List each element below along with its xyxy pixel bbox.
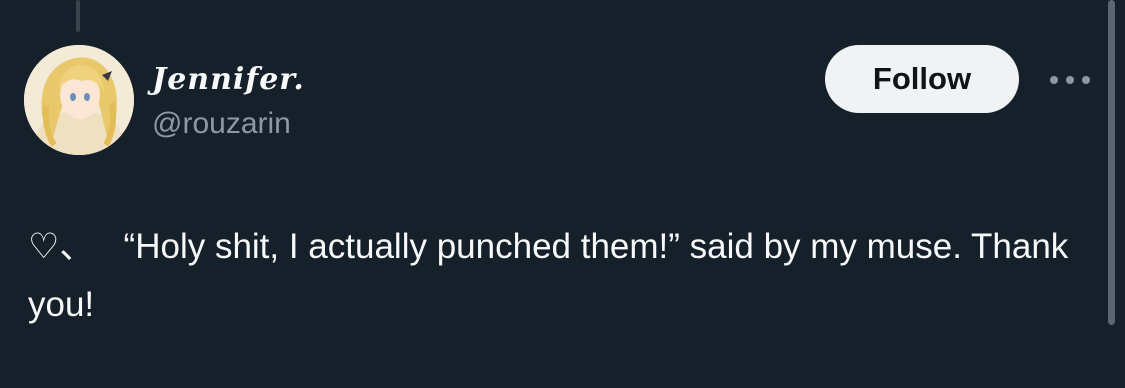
more-options-button[interactable]	[1044, 64, 1096, 96]
avatar-image	[24, 45, 134, 155]
author-display-name[interactable]: Jennifer.	[152, 62, 305, 98]
tweet-text: ♡、 “Holy shit, I actually punched them!”…	[28, 227, 1079, 324]
author-handle[interactable]: @rouzarin	[152, 106, 291, 142]
avatar[interactable]	[24, 45, 134, 155]
follow-button[interactable]: Follow	[825, 45, 1019, 113]
thread-connector-line	[76, 0, 80, 32]
scrollbar[interactable]	[1108, 0, 1115, 325]
more-horizontal-icon	[1050, 76, 1090, 84]
